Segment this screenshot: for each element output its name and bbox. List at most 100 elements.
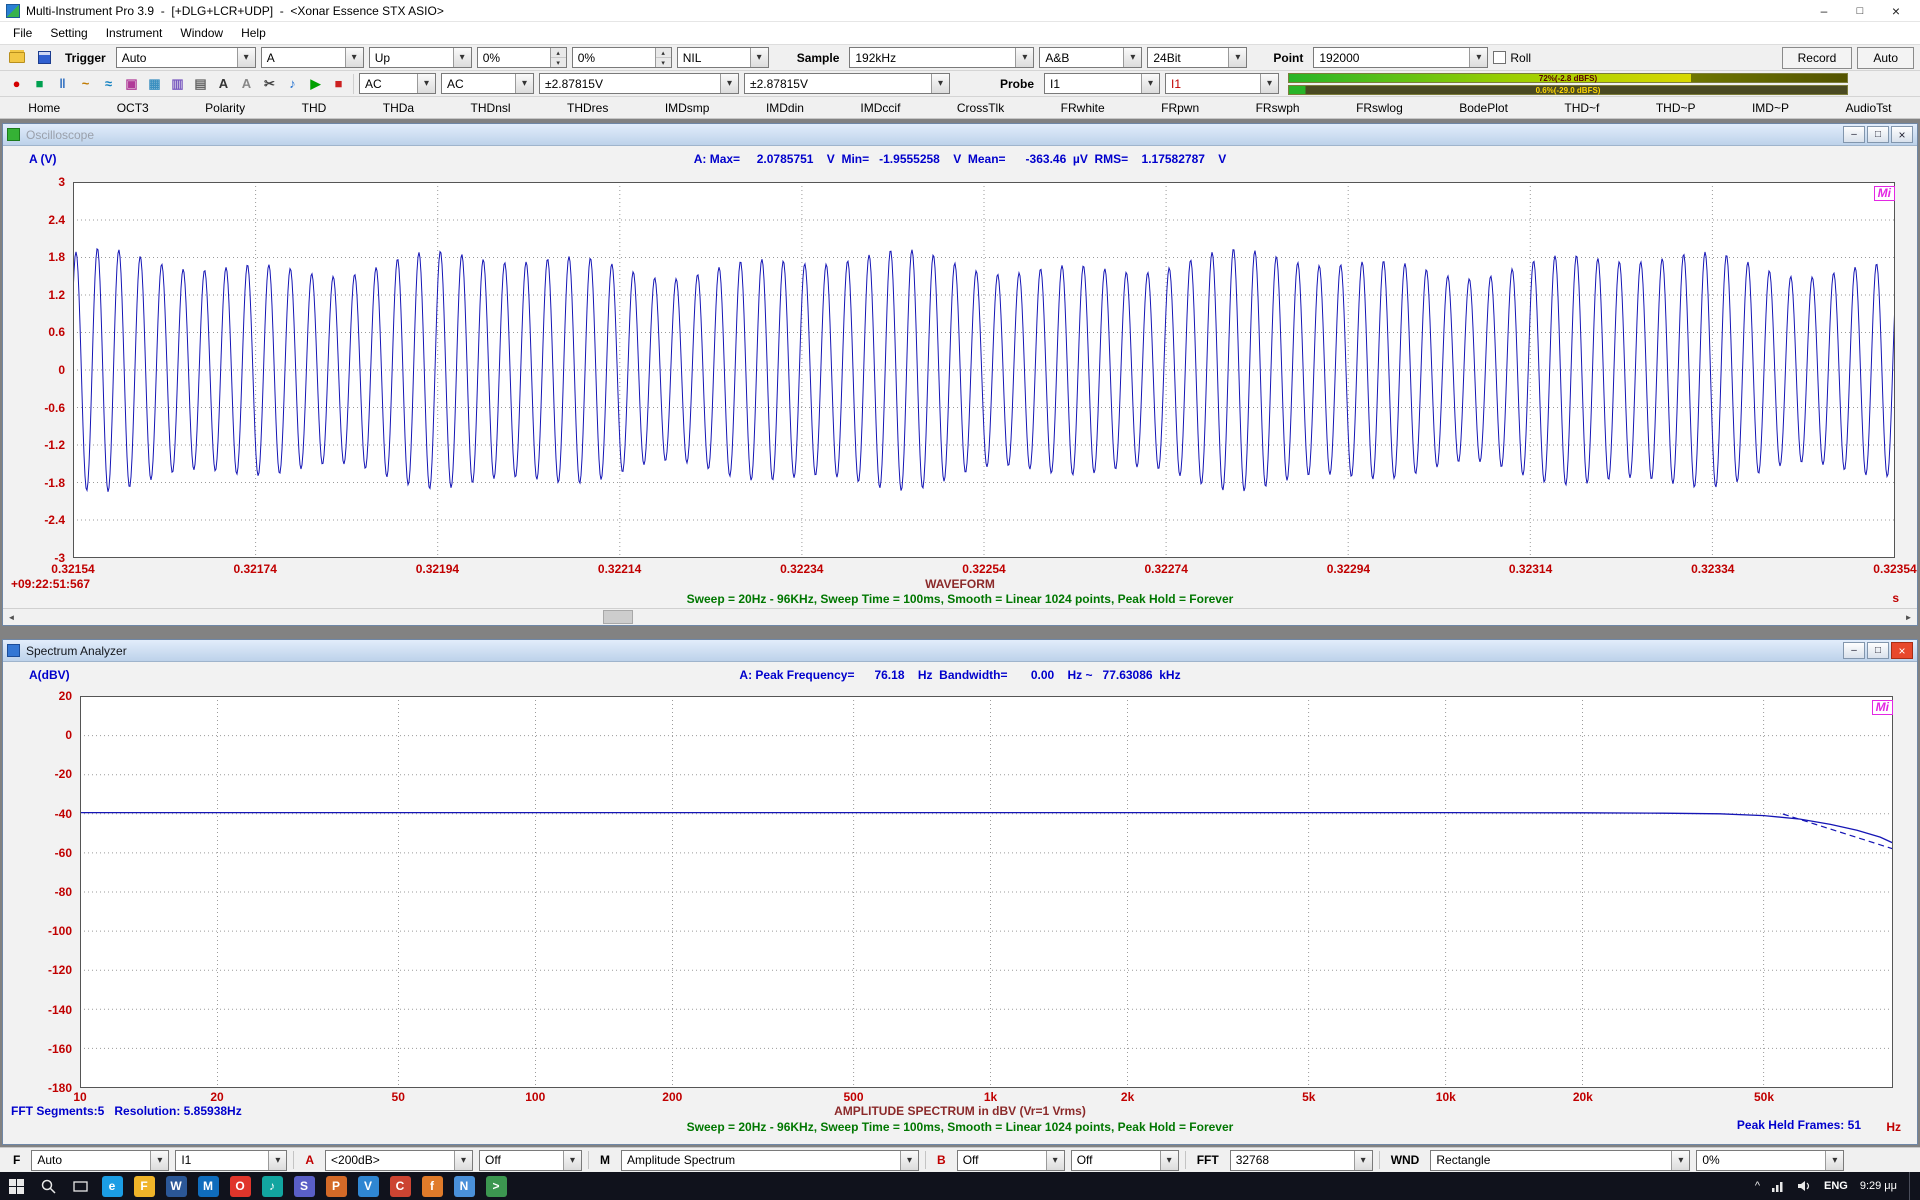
multimeter-pane-icon[interactable]: ▣ — [121, 74, 142, 94]
app-file-explorer[interactable]: F — [128, 1172, 160, 1200]
tab-thdres[interactable]: THDres — [563, 99, 612, 117]
app-vscode[interactable]: V — [352, 1172, 384, 1200]
sound-icon[interactable]: ♪ — [282, 74, 303, 94]
maximize-icon[interactable] — [1867, 642, 1889, 659]
chevron-down-icon[interactable] — [417, 74, 435, 93]
chevron-down-icon[interactable] — [1228, 48, 1246, 67]
tab-thdnsl[interactable]: THDnsl — [467, 99, 515, 117]
a-mode-select[interactable]: Off — [479, 1150, 582, 1171]
scroll-thumb[interactable] — [603, 610, 633, 624]
tray-chevron-icon[interactable]: ^ — [1755, 1180, 1760, 1192]
minimize-icon[interactable] — [1806, 0, 1842, 21]
sample-channels-select[interactable]: A&B — [1039, 47, 1142, 68]
a-range-select[interactable]: <200dB> — [325, 1150, 473, 1171]
close-icon[interactable] — [1891, 126, 1913, 143]
chevron-down-icon[interactable] — [563, 1151, 581, 1170]
checkbox-icon[interactable] — [1493, 51, 1506, 64]
window-function-select[interactable]: Rectangle — [1430, 1150, 1690, 1171]
task-view-button[interactable] — [64, 1172, 96, 1200]
scope-h-scrollbar[interactable] — [3, 608, 1917, 625]
spectrum-plot-area[interactable] — [80, 696, 1893, 1088]
app-notepad[interactable]: N — [448, 1172, 480, 1200]
app-store[interactable]: S — [288, 1172, 320, 1200]
channel-select[interactable]: I1 — [175, 1150, 287, 1171]
trigger-mode-select[interactable]: Auto — [116, 47, 256, 68]
datalog-pane-icon[interactable]: ▥ — [167, 74, 188, 94]
app-media[interactable]: ♪ — [256, 1172, 288, 1200]
frequency-mode-select[interactable]: Auto — [31, 1150, 169, 1171]
hold-icon[interactable]: ‖ — [52, 74, 73, 94]
probe-a-select[interactable]: I1 — [1044, 73, 1160, 94]
chevron-down-icon[interactable] — [1354, 1151, 1372, 1170]
chevron-down-icon[interactable] — [345, 48, 363, 67]
taskbar-clock[interactable]: 9:29 μμ — [1860, 1180, 1897, 1192]
tab-imddin[interactable]: IMDdin — [762, 99, 808, 117]
tab-frswlog[interactable]: FRswlog — [1352, 99, 1407, 117]
language-indicator[interactable]: ENG — [1824, 1180, 1848, 1192]
chevron-down-icon[interactable] — [1825, 1151, 1843, 1170]
scope-plot-area[interactable] — [73, 182, 1895, 558]
spin-up-icon[interactable] — [551, 48, 566, 58]
measurement-type-select[interactable]: Amplitude Spectrum — [621, 1150, 919, 1171]
chevron-down-icon[interactable] — [150, 1151, 168, 1170]
close-icon[interactable] — [1878, 0, 1914, 21]
font-large-icon[interactable]: A — [213, 74, 234, 94]
fft-size-select[interactable]: 32768 — [1230, 1150, 1373, 1171]
stop-icon[interactable]: ■ — [328, 74, 349, 94]
trigger-source-select[interactable]: A — [261, 47, 364, 68]
overlap-select[interactable]: 0% — [1696, 1150, 1844, 1171]
b-mode-select[interactable]: Off — [1071, 1150, 1179, 1171]
chevron-down-icon[interactable] — [750, 48, 768, 67]
tab-home[interactable]: Home — [24, 99, 64, 117]
maximize-icon[interactable] — [1842, 0, 1878, 21]
record-button[interactable]: Record — [1782, 47, 1853, 69]
tab-audiotst[interactable]: AudioTst — [1841, 99, 1895, 117]
app-opera[interactable]: O — [224, 1172, 256, 1200]
start-button[interactable] — [0, 1172, 32, 1200]
chevron-down-icon[interactable] — [720, 74, 738, 93]
trigger-delay-stepper[interactable]: 0% — [572, 47, 672, 68]
minimize-icon[interactable] — [1843, 126, 1865, 143]
chevron-down-icon[interactable] — [268, 1151, 286, 1170]
chevron-down-icon[interactable] — [1141, 74, 1159, 93]
point-count-select[interactable]: 192000 — [1313, 47, 1488, 68]
chevron-down-icon[interactable] — [1469, 48, 1487, 67]
sample-rate-select[interactable]: 192kHz — [849, 47, 1034, 68]
oscilloscope-title-bar[interactable]: Oscilloscope — [3, 124, 1917, 146]
app-terminal[interactable]: > — [480, 1172, 512, 1200]
auto-button[interactable]: Auto — [1857, 47, 1914, 69]
range-b-select[interactable]: ±2.87815V — [744, 73, 950, 94]
coupling-a-select[interactable]: AC — [359, 73, 436, 94]
tab-imdsmp[interactable]: IMDsmp — [661, 99, 714, 117]
tab-frpwn[interactable]: FRpwn — [1157, 99, 1203, 117]
app-chrome[interactable]: C — [384, 1172, 416, 1200]
tab-frwhite[interactable]: FRwhite — [1057, 99, 1109, 117]
network-icon[interactable] — [1772, 1180, 1786, 1192]
monitor-icon[interactable]: ■ — [29, 74, 50, 94]
save-icon[interactable] — [33, 47, 55, 68]
spectrum-title-bar[interactable]: Spectrum Analyzer — [3, 640, 1917, 662]
tab-thd-f[interactable]: THD~f — [1560, 99, 1603, 117]
range-a-select[interactable]: ±2.87815V — [539, 73, 739, 94]
menu-instrument[interactable]: Instrument — [97, 23, 172, 43]
app-word[interactable]: W — [160, 1172, 192, 1200]
trigger-hpf-select[interactable]: NIL — [677, 47, 769, 68]
spectrum-pane-icon[interactable]: ≈ — [98, 74, 119, 94]
app-mail[interactable]: M — [192, 1172, 224, 1200]
probe-b-select[interactable]: I1 — [1165, 73, 1279, 94]
open-file-icon[interactable] — [6, 47, 28, 68]
app-edge[interactable]: e — [96, 1172, 128, 1200]
b-value-select[interactable]: Off — [957, 1150, 1065, 1171]
search-button[interactable] — [32, 1172, 64, 1200]
tab-crosstlk[interactable]: CrossTlk — [953, 99, 1008, 117]
chevron-down-icon[interactable] — [1046, 1151, 1064, 1170]
tab-frswph[interactable]: FRswph — [1252, 99, 1304, 117]
play-icon[interactable]: ▶ — [305, 74, 326, 94]
menu-file[interactable]: File — [4, 23, 41, 43]
chevron-down-icon[interactable] — [1160, 1151, 1178, 1170]
spin-up-icon[interactable] — [656, 48, 671, 58]
record-icon[interactable]: ● — [6, 74, 27, 94]
tab-imd-p[interactable]: IMD~P — [1748, 99, 1793, 117]
menu-setting[interactable]: Setting — [41, 23, 96, 43]
chevron-down-icon[interactable] — [931, 74, 949, 93]
